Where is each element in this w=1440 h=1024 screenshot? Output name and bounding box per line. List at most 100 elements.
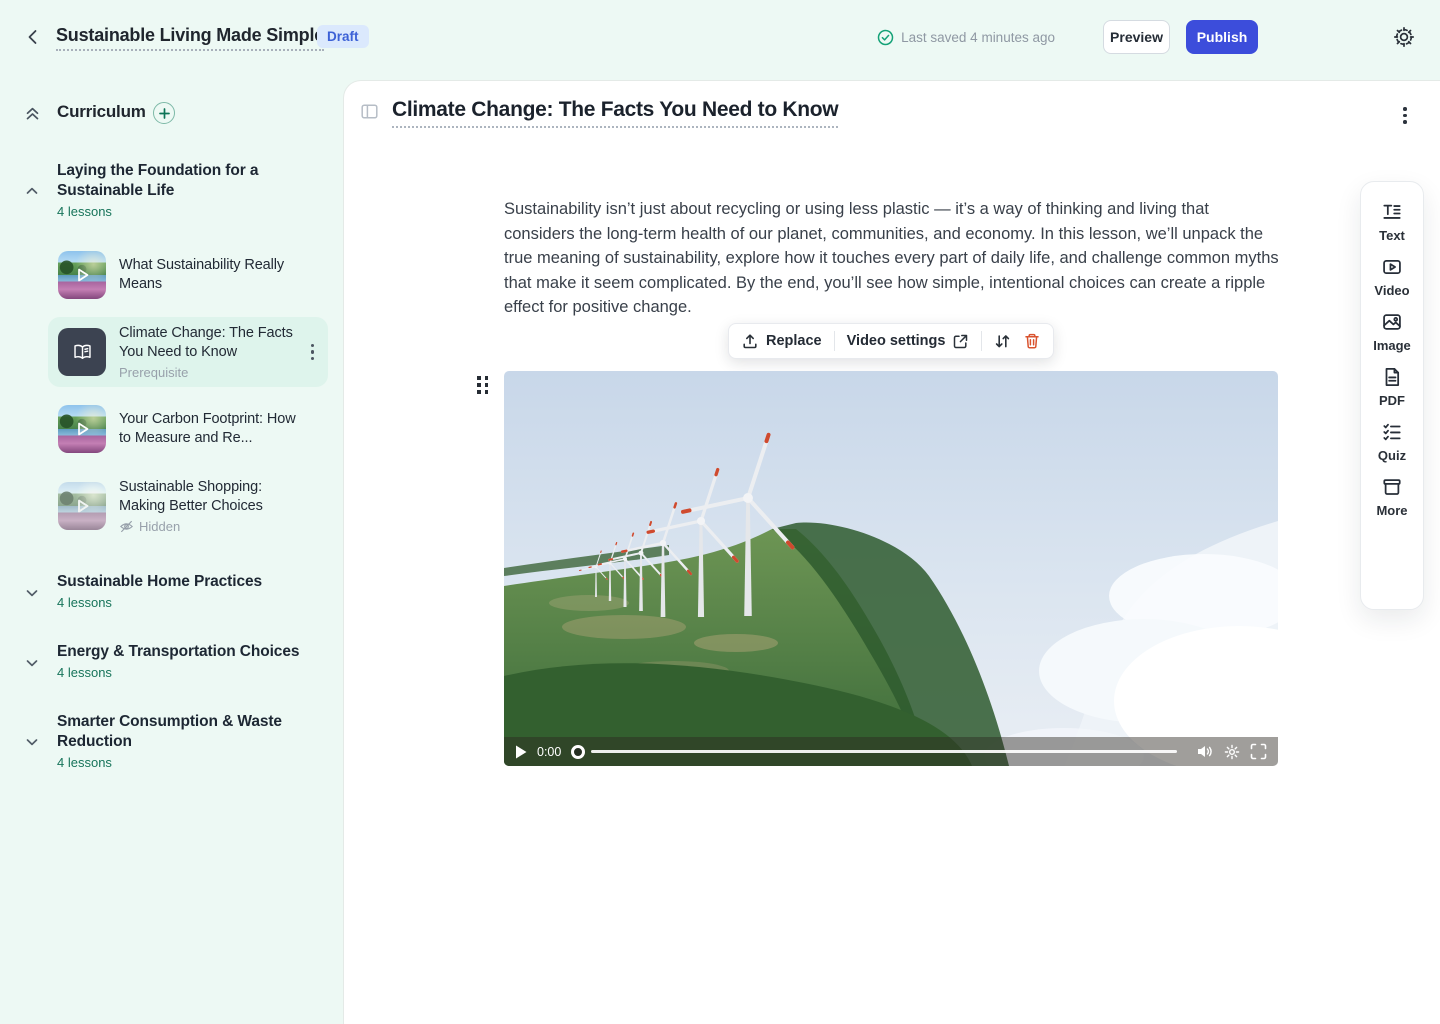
play-icon xyxy=(72,265,92,285)
chevron-down-icon xyxy=(25,586,39,600)
lesson-sub-label: Hidden xyxy=(119,519,309,534)
publish-button[interactable]: Publish xyxy=(1186,20,1258,54)
move-up-down-icon xyxy=(994,333,1011,350)
trash-icon xyxy=(1023,332,1041,350)
section-3-header[interactable]: Energy & Transportation Choices 4 lesson… xyxy=(57,642,307,680)
player-progress-track[interactable] xyxy=(591,750,1177,753)
palette-label: Quiz xyxy=(1378,448,1406,463)
palette-item-quiz[interactable]: Quiz xyxy=(1378,421,1406,463)
palette-item-text[interactable]: Text xyxy=(1379,201,1405,243)
palette-label: Image xyxy=(1373,338,1411,353)
palette-item-video[interactable]: Video xyxy=(1374,256,1409,298)
eye-off-icon xyxy=(119,519,134,534)
replace-label: Replace xyxy=(766,333,822,349)
pdf-icon xyxy=(1381,366,1403,388)
plus-icon xyxy=(159,108,170,119)
lesson-title: Climate Change: The Facts You Need to Kn… xyxy=(119,324,294,362)
video-thumbnail xyxy=(58,251,106,299)
lesson-page-title[interactable]: Climate Change: The Facts You Need to Kn… xyxy=(392,98,838,128)
lesson-item-climate-change[interactable]: Climate Change: The Facts You Need to Kn… xyxy=(48,317,328,387)
text-icon xyxy=(1381,201,1403,223)
volume-icon[interactable] xyxy=(1197,744,1214,759)
fullscreen-icon[interactable] xyxy=(1250,743,1267,760)
lesson-item-carbon-footprint[interactable]: Your Carbon Footprint: How to Measure an… xyxy=(48,394,328,464)
double-chevron-up-icon xyxy=(24,105,41,122)
course-title[interactable]: Sustainable Living Made Simple xyxy=(56,25,324,51)
lesson-item-sustainable-shopping[interactable]: Sustainable Shopping: Making Better Choi… xyxy=(48,471,328,541)
panel-toggle-button[interactable] xyxy=(361,103,378,120)
hidden-label: Hidden xyxy=(139,519,180,534)
play-icon xyxy=(72,419,92,439)
chevron-up-icon xyxy=(25,184,39,198)
palette-label: More xyxy=(1376,503,1407,518)
move-block-button[interactable] xyxy=(994,333,1011,350)
section-1-chevron[interactable] xyxy=(25,184,39,198)
last-saved-text: Last saved 4 minutes ago xyxy=(901,30,1055,45)
palette-item-pdf[interactable]: PDF xyxy=(1379,366,1405,408)
back-button[interactable] xyxy=(22,26,44,48)
lesson-options-button[interactable] xyxy=(1399,103,1411,128)
back-chevron-icon xyxy=(22,26,44,48)
delete-block-button[interactable] xyxy=(1023,332,1041,350)
replace-button[interactable]: Replace xyxy=(741,332,822,350)
open-book-icon xyxy=(71,341,94,364)
player-play-button[interactable] xyxy=(515,745,527,759)
collapse-all-button[interactable] xyxy=(24,105,41,122)
video-icon xyxy=(1381,256,1403,278)
chevron-down-icon xyxy=(25,656,39,670)
section-lesson-count: 4 lessons xyxy=(57,665,307,680)
palette-label: Video xyxy=(1374,283,1409,298)
quiz-icon xyxy=(1381,421,1403,443)
lesson-paragraph[interactable]: Sustainability isn’t just about recyclin… xyxy=(504,197,1280,320)
sidebar-title: Curriculum xyxy=(57,102,146,122)
palette-item-more[interactable]: More xyxy=(1376,476,1407,518)
player-scrubber-knob[interactable] xyxy=(571,745,585,759)
video-settings-label: Video settings xyxy=(847,333,946,349)
lesson-menu-button[interactable] xyxy=(307,340,318,364)
video-settings-button[interactable]: Video settings xyxy=(847,333,970,350)
section-4-header[interactable]: Smarter Consumption & Waste Reduction 4 … xyxy=(57,712,282,770)
video-player[interactable]: 0:00 xyxy=(504,371,1278,766)
section-title: Energy & Transportation Choices xyxy=(57,642,307,662)
lesson-title: Sustainable Shopping: Making Better Choi… xyxy=(119,478,309,516)
reading-lesson-tile xyxy=(58,328,106,376)
section-lesson-count: 4 lessons xyxy=(57,595,297,610)
toolbar-divider xyxy=(834,331,835,351)
gear-icon xyxy=(1392,25,1416,49)
settings-button[interactable] xyxy=(1392,25,1416,49)
player-time: 0:00 xyxy=(537,745,561,759)
palette-item-image[interactable]: Image xyxy=(1373,311,1411,353)
section-lesson-count: 4 lessons xyxy=(57,204,262,219)
section-4-chevron[interactable] xyxy=(25,735,39,749)
status-badge: Draft xyxy=(317,25,369,48)
add-section-button[interactable] xyxy=(153,102,175,124)
section-title: Laying the Foundation for a Sustainable … xyxy=(57,161,262,201)
more-blocks-icon xyxy=(1381,476,1403,498)
upload-icon xyxy=(741,332,759,350)
block-palette: Text Video Image PDF Quiz xyxy=(1360,181,1424,610)
wind-turbines-video-frame xyxy=(504,371,1278,766)
play-icon xyxy=(72,496,92,516)
block-drag-handle[interactable] xyxy=(477,376,489,394)
section-2-header[interactable]: Sustainable Home Practices 4 lessons xyxy=(57,572,297,610)
lesson-title: What Sustainability Really Means xyxy=(119,256,309,294)
section-lesson-count: 4 lessons xyxy=(57,755,282,770)
chevron-down-icon xyxy=(25,735,39,749)
image-icon xyxy=(1381,311,1403,333)
video-thumbnail xyxy=(58,482,106,530)
player-settings-icon[interactable] xyxy=(1224,744,1240,760)
toolbar-divider xyxy=(981,331,982,351)
lesson-item-what-sustainability[interactable]: What Sustainability Really Means xyxy=(48,240,328,310)
preview-button[interactable]: Preview xyxy=(1103,20,1170,54)
video-block-toolbar: Replace Video settings xyxy=(728,323,1054,359)
palette-label: PDF xyxy=(1379,393,1405,408)
palette-label: Text xyxy=(1379,228,1405,243)
panel-toggle-icon xyxy=(361,103,378,120)
check-circle-icon xyxy=(877,29,894,46)
section-1-header[interactable]: Laying the Foundation for a Sustainable … xyxy=(57,161,262,219)
section-2-chevron[interactable] xyxy=(25,586,39,600)
section-3-chevron[interactable] xyxy=(25,656,39,670)
lesson-title: Your Carbon Footprint: How to Measure an… xyxy=(119,410,309,448)
lesson-sub-label: Prerequisite xyxy=(119,365,294,380)
external-link-icon xyxy=(952,333,969,350)
